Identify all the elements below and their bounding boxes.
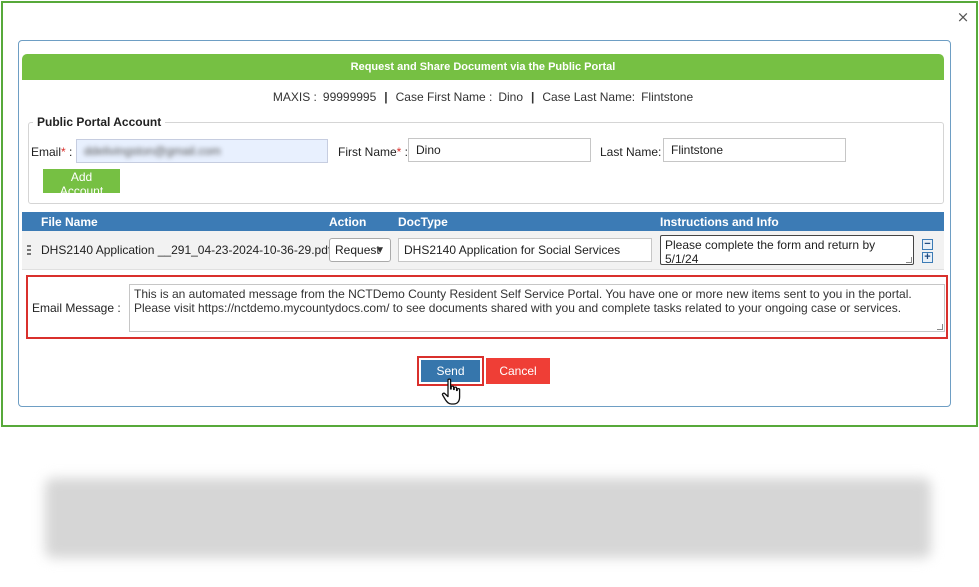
cancel-button[interactable]: Cancel bbox=[486, 358, 550, 384]
required-marker: * bbox=[61, 145, 66, 159]
required-marker: * bbox=[396, 145, 402, 159]
first-name-field[interactable]: Dino bbox=[408, 138, 591, 162]
action-select[interactable]: Request ▼ bbox=[329, 238, 391, 262]
email-message-textarea[interactable]: This is an automated message from the NC… bbox=[129, 284, 945, 332]
instructions-textarea[interactable]: Please complete the form and return by 5… bbox=[660, 235, 914, 266]
case-info-bar: MAXIS : 99999995 | Case First Name : Din… bbox=[22, 88, 944, 106]
case-last-name-label: Case Last Name: bbox=[542, 90, 636, 104]
add-row-icon[interactable]: + bbox=[922, 252, 933, 263]
file-name: DHS2140 Application __291_04-23-2024-10-… bbox=[41, 243, 332, 257]
resize-grip-icon[interactable] bbox=[906, 257, 912, 263]
case-first-name-value: Dino bbox=[498, 90, 524, 104]
first-name-label-group: First Name* : bbox=[338, 145, 409, 159]
last-name-field[interactable]: Flintstone bbox=[663, 138, 846, 162]
public-portal-account-legend: Public Portal Account bbox=[33, 115, 166, 129]
email-label: Email bbox=[31, 145, 62, 159]
table-row: DHS2140 Application __291_04-23-2024-10-… bbox=[22, 231, 944, 270]
blurred-content bbox=[45, 478, 931, 558]
column-header-file-name: File Name bbox=[41, 215, 98, 229]
dialog-title: Request and Share Document via the Publi… bbox=[22, 54, 944, 80]
public-portal-account-fieldset bbox=[28, 122, 944, 204]
chevron-down-icon: ▼ bbox=[375, 245, 385, 256]
email-message-text: This is an automated message from the NC… bbox=[134, 287, 912, 315]
email-message-label: Email Message : bbox=[32, 301, 121, 315]
column-header-action: Action bbox=[329, 215, 367, 229]
action-select-value: Request bbox=[335, 243, 380, 257]
column-header-instructions: Instructions and Info bbox=[660, 215, 779, 229]
resize-grip-icon[interactable] bbox=[937, 324, 943, 330]
add-account-button[interactable]: Add Account bbox=[43, 169, 120, 198]
maxis-value: 99999995 bbox=[322, 90, 377, 104]
close-icon[interactable]: × bbox=[955, 9, 971, 25]
maxis-label: MAXIS : bbox=[272, 90, 317, 104]
hand-cursor-icon bbox=[441, 378, 461, 405]
documents-table-header: File Name Action DocType Instructions an… bbox=[22, 212, 944, 231]
drag-handle-icon[interactable] bbox=[27, 245, 32, 255]
doctype-field[interactable]: DHS2140 Application for Social Services bbox=[398, 238, 652, 262]
remove-row-icon[interactable]: − bbox=[922, 239, 933, 250]
case-last-name-value: Flintstone bbox=[641, 90, 694, 104]
email-field[interactable]: ddelivingston@gmail.com bbox=[76, 139, 328, 163]
separator: | bbox=[384, 90, 388, 104]
email-message-section: Email Message : This is an automated mes… bbox=[26, 275, 948, 339]
first-name-label: First Name bbox=[338, 145, 397, 159]
email-label-group: Email* : bbox=[31, 145, 73, 159]
column-header-doctype: DocType bbox=[398, 215, 448, 229]
instructions-text: Please complete the form and return by 5… bbox=[665, 238, 876, 266]
separator: | bbox=[531, 90, 535, 104]
email-field-value: ddelivingston@gmail.com bbox=[84, 144, 221, 158]
last-name-label: Last Name: bbox=[600, 145, 662, 159]
case-first-name-label: Case First Name : bbox=[395, 90, 493, 104]
